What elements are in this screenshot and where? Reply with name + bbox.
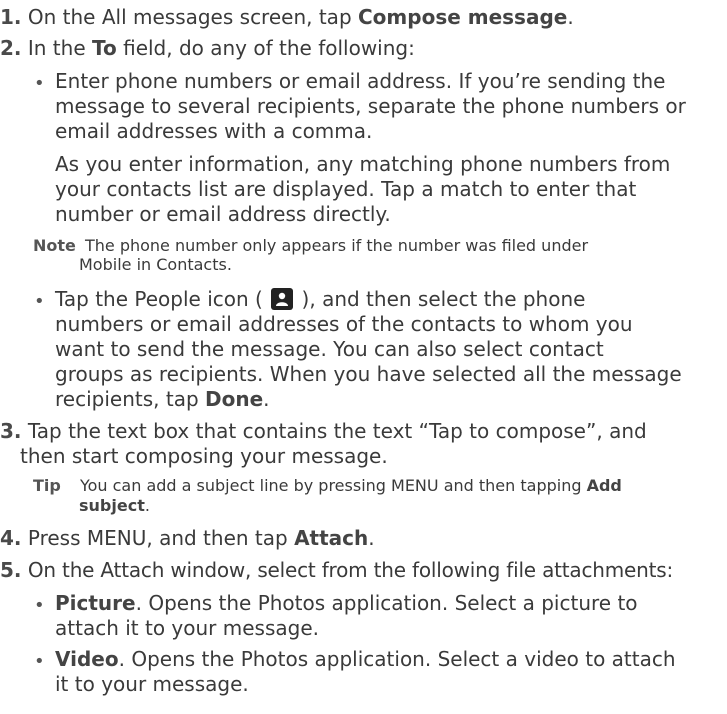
step-text: ), and then select the phone — [301, 286, 586, 311]
period: . — [368, 526, 375, 551]
subject-term: subject — [79, 495, 145, 515]
bullet-1-line-1: Enter phone numbers or email address. If… — [55, 69, 666, 94]
step-4: 4. Press MENU, and then tap Attach. — [0, 525, 375, 552]
step-text: Press MENU, and then tap — [27, 526, 295, 551]
note-label: Note — [33, 235, 76, 255]
tip-label: Tip — [33, 476, 61, 496]
step-number: 4. — [0, 526, 22, 551]
bullet-1-line-3: email addresses with a comma. — [55, 119, 373, 144]
step-text: Tap the text box that contains the text … — [27, 419, 647, 444]
period: . — [144, 495, 150, 515]
step-3-line-2: then start composing your message. — [20, 444, 388, 469]
video-item-line-2: it to your message. — [55, 671, 249, 696]
bullet-dot: • — [34, 595, 45, 616]
done-term: Done — [205, 386, 264, 411]
step-2: 2. In the To field, do any of the follow… — [0, 35, 415, 62]
step-3: 3. Tap the text box that contains the te… — [0, 418, 647, 445]
bullet-dot: • — [34, 290, 45, 312]
attach-term: Attach — [294, 526, 369, 551]
bullet-2-line-5: recipients, tap Done. — [55, 386, 270, 413]
step-text: field, do any of the following: — [116, 36, 415, 61]
step-number: 2. — [0, 36, 22, 61]
picture-item-line-2: attach it to your message. — [55, 616, 319, 641]
bullet-1-line-2: message to several recipients, separate … — [55, 94, 686, 119]
step-5: 5. On the Attach window, select from the… — [0, 557, 673, 584]
tip-line-2: subject. — [79, 495, 150, 517]
period: . — [567, 4, 574, 29]
bullet-1-para-2-line-3: number or email address directly. — [55, 201, 391, 226]
tip-text: You can add a subject line by pressing M… — [79, 476, 587, 496]
step-text: . Opens the Photos application. Select a… — [118, 646, 676, 671]
bullet-2-line-1: Tap the People icon ( ), and then select… — [55, 286, 585, 313]
step-number: 1. — [0, 4, 22, 29]
bullet-dot: • — [34, 73, 45, 95]
bullet-1-para-2-line-1: As you enter information, any matching p… — [55, 151, 671, 176]
picture-term: Picture — [55, 591, 136, 616]
video-item: Video. Opens the Photos application. Sel… — [55, 646, 676, 673]
compose-message-term: Compose message — [358, 4, 568, 29]
step-1: 1. On the All messages screen, tap Compo… — [0, 4, 574, 31]
to-field-term: To — [92, 36, 117, 61]
step-number: 5. — [0, 557, 22, 582]
step-text: recipients, tap — [55, 386, 205, 411]
step-text: Tap the People icon ( — [55, 286, 263, 311]
add-subject-term: Add — [586, 476, 622, 496]
bullet-2-line-4: groups as recipients. When you have sele… — [55, 361, 682, 386]
step-number: 3. — [0, 419, 22, 444]
bullet-2-line-3: want to send the message. You can also s… — [55, 336, 604, 361]
step-text: On the All messages screen, tap — [27, 4, 358, 29]
step-text: . Opens the Photos application. Select a… — [135, 591, 638, 616]
picture-item: Picture. Opens the Photos application. S… — [55, 590, 638, 617]
step-text: On the Attach window, select from the fo… — [27, 557, 674, 582]
step-text: In the — [27, 36, 92, 61]
people-icon — [271, 287, 294, 310]
note-line-2: Mobile in Contacts. — [79, 255, 232, 275]
period: . — [263, 386, 270, 411]
bullet-dot: • — [34, 650, 45, 672]
video-term: Video — [55, 646, 119, 671]
note-text: The phone number only appears if the num… — [84, 235, 589, 255]
bullet-1-para-2-line-2: your contacts list are displayed. Tap a … — [55, 176, 637, 201]
bullet-2-line-2: numbers or email addresses of the contac… — [55, 311, 633, 336]
